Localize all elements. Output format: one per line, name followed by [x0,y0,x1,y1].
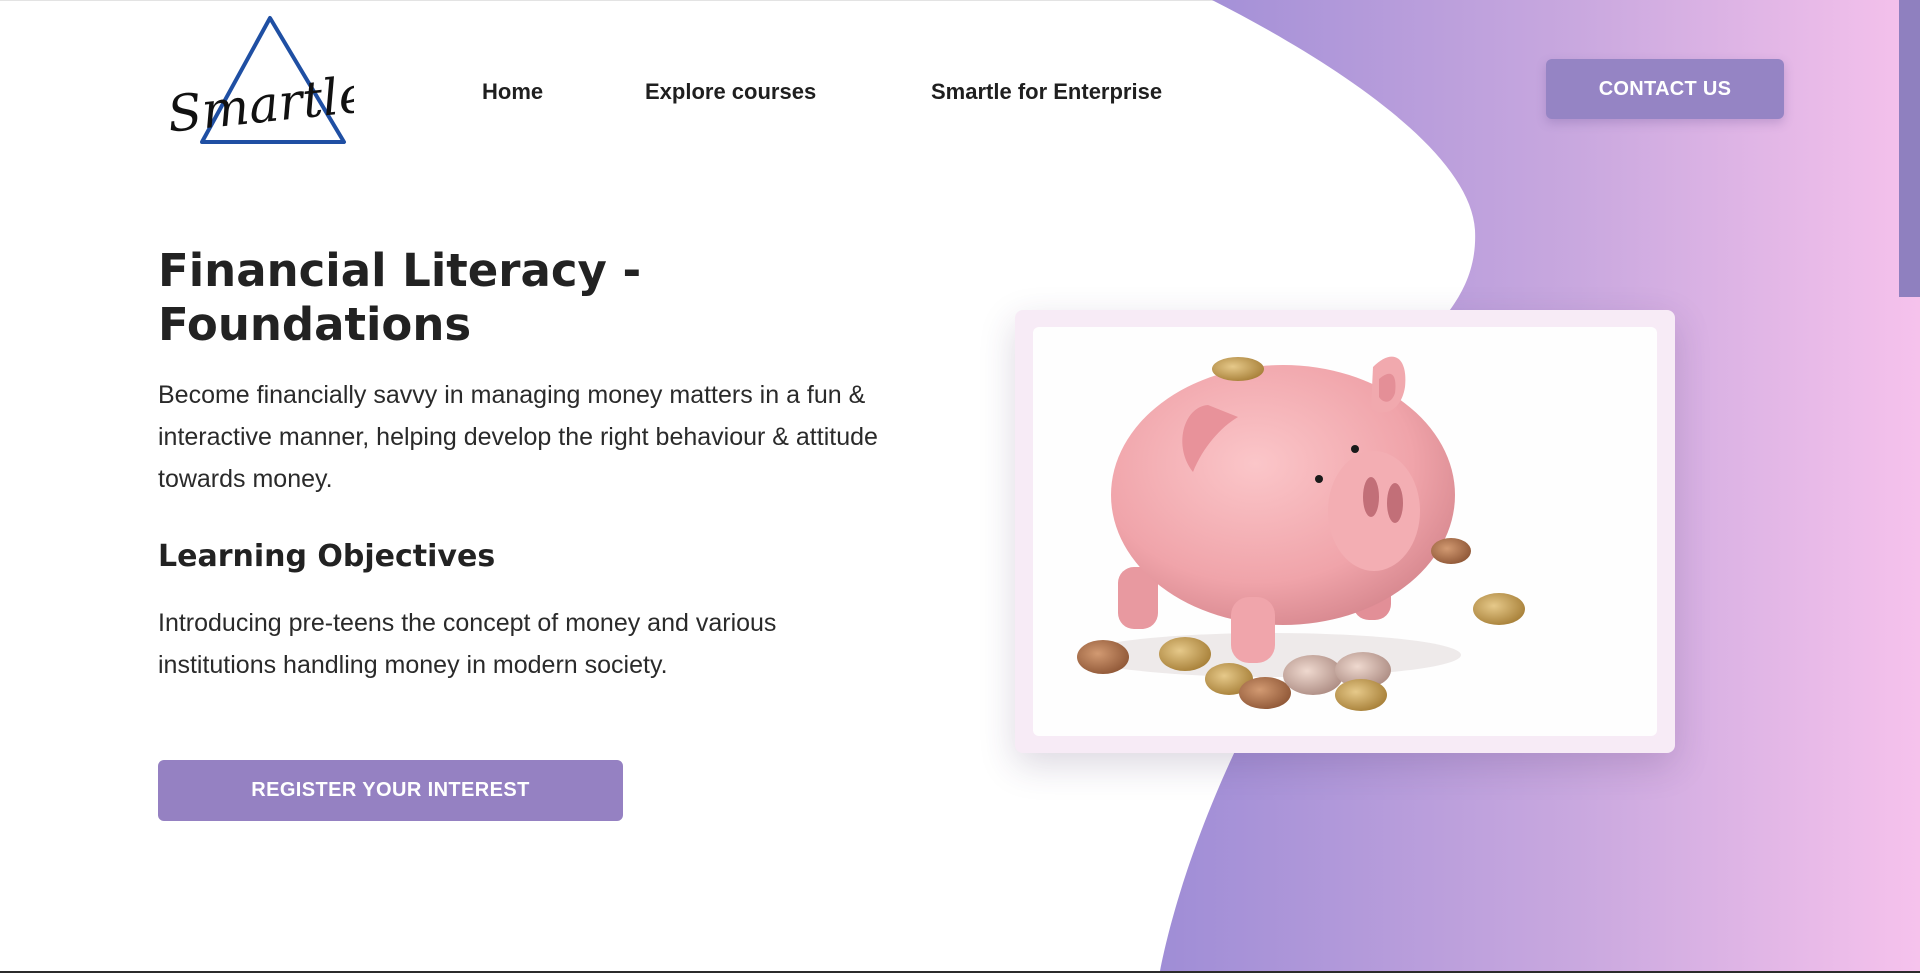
learning-objectives-text: Introducing pre-teens the concept of mon… [158,609,777,679]
learning-objectives-heading: Learning Objectives [158,539,496,574]
hero-image-card [1015,310,1675,753]
triangle-logo-icon: Smartle [165,16,354,144]
scrollbar-thumb[interactable] [1899,0,1920,297]
nav-home-link[interactable]: Home [482,79,543,105]
svg-text:Smartle: Smartle [165,65,354,144]
nav-enterprise-link[interactable]: Smartle for Enterprise [931,79,1162,105]
page-title: Financial Literacy - Foundations [158,244,642,351]
contact-us-button[interactable]: CONTACT US [1546,59,1784,119]
hero-image [1033,327,1657,736]
register-interest-button[interactable]: REGISTER YOUR INTEREST [158,760,623,821]
course-description: Become financially savvy in managing mon… [158,381,878,493]
piggy-bank-icon [1077,356,1525,711]
smartle-logo[interactable]: Smartle [164,14,354,146]
nav-explore-courses-link[interactable]: Explore courses [645,79,816,105]
